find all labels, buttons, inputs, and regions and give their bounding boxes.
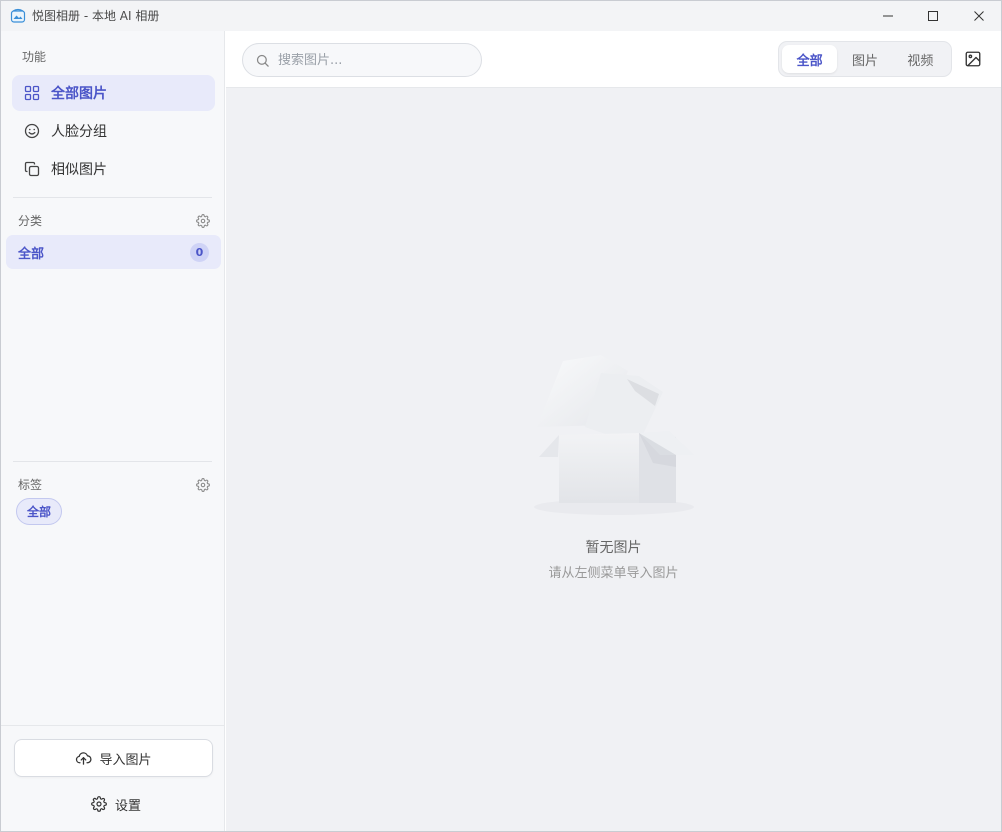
maximize-button[interactable] bbox=[910, 1, 956, 31]
top-toolbar: 全部 图片 视频 bbox=[226, 31, 1001, 88]
smile-icon bbox=[24, 123, 40, 139]
empty-state-title: 暂无图片 bbox=[585, 540, 642, 556]
empty-state-subtitle: 请从左侧菜单导入图片 bbox=[548, 566, 679, 581]
sidebar-divider bbox=[13, 461, 212, 462]
empty-box-illustration bbox=[534, 355, 694, 515]
category-count-badge: 0 bbox=[190, 243, 209, 262]
close-button[interactable] bbox=[956, 1, 1001, 31]
image-icon bbox=[965, 51, 981, 67]
search-box[interactable] bbox=[242, 43, 482, 77]
upload-cloud-icon bbox=[76, 751, 93, 765]
category-item-label: 全部 bbox=[18, 246, 45, 262]
tag-chip-all[interactable]: 全部 bbox=[16, 498, 62, 525]
search-icon bbox=[256, 54, 269, 67]
search-input[interactable] bbox=[278, 52, 468, 68]
maximize-icon bbox=[928, 11, 938, 21]
minimize-button[interactable] bbox=[865, 1, 911, 31]
nav-item-label: 相似图片 bbox=[51, 162, 107, 178]
category-settings-gear-icon[interactable] bbox=[196, 213, 210, 228]
nav-item-face-groups[interactable]: 人脸分组 bbox=[12, 113, 215, 149]
nav-item-similar-images[interactable]: 相似图片 bbox=[12, 151, 215, 187]
minimize-icon bbox=[883, 15, 893, 17]
app-logo-icon bbox=[10, 8, 26, 24]
view-images-button[interactable] bbox=[962, 48, 984, 70]
copy-icon bbox=[24, 161, 40, 177]
gear-icon bbox=[91, 796, 107, 812]
media-type-filter: 全部 图片 视频 bbox=[778, 41, 952, 77]
nav-item-label: 全部图片 bbox=[51, 86, 107, 102]
grid-icon bbox=[24, 85, 40, 101]
filter-all-button[interactable]: 全部 bbox=[782, 45, 838, 73]
import-button-label: 导入图片 bbox=[99, 752, 152, 768]
settings-button[interactable]: 设置 bbox=[81, 791, 151, 817]
app-window: 悦图相册 - 本地 AI 相册 功能 全部图片 人脸分组 相似图片 分类 全部 … bbox=[0, 0, 1002, 832]
tags-section-label: 标签 bbox=[18, 478, 43, 492]
sidebar-divider bbox=[13, 197, 212, 198]
window-title: 悦图相册 - 本地 AI 相册 bbox=[32, 9, 160, 23]
title-bar[interactable]: 悦图相册 - 本地 AI 相册 bbox=[1, 1, 1001, 31]
main-content: 全部 图片 视频 bbox=[226, 31, 1001, 831]
settings-button-label: 设置 bbox=[114, 798, 141, 814]
filter-images-button[interactable]: 图片 bbox=[837, 45, 892, 73]
sidebar-bottom-divider bbox=[1, 725, 225, 726]
nav-item-label: 人脸分组 bbox=[51, 124, 107, 140]
filter-videos-button[interactable]: 视频 bbox=[893, 45, 948, 73]
function-section-label: 功能 bbox=[22, 50, 47, 64]
close-icon bbox=[974, 11, 984, 21]
tags-settings-gear-icon[interactable] bbox=[196, 477, 210, 492]
category-section-label: 分类 bbox=[18, 214, 43, 228]
sidebar: 功能 全部图片 人脸分组 相似图片 分类 全部 0 标签 全部 导入图片 设置 bbox=[1, 31, 225, 831]
import-images-button[interactable]: 导入图片 bbox=[14, 739, 213, 777]
nav-item-all-images[interactable]: 全部图片 bbox=[12, 75, 215, 111]
category-item-all[interactable]: 全部 0 bbox=[6, 235, 221, 269]
